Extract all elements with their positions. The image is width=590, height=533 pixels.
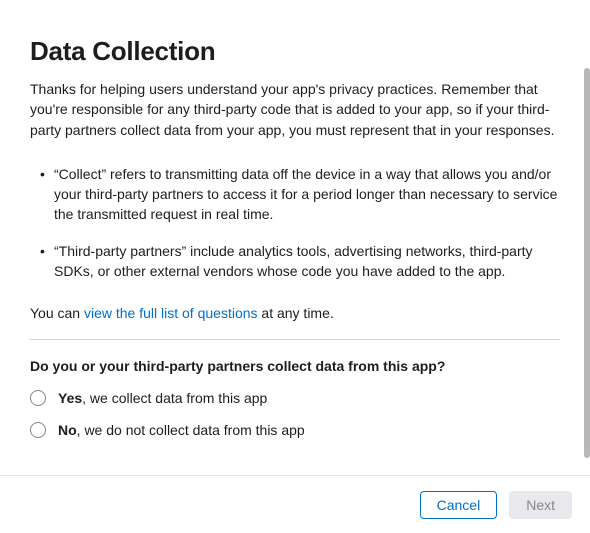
questions-link-row: You can view the full list of questions … [30, 305, 560, 321]
option-no-label: No, we do not collect data from this app [58, 422, 305, 438]
cancel-button[interactable]: Cancel [420, 491, 498, 519]
intro-paragraph: Thanks for helping users understand your… [30, 79, 560, 140]
link-suffix: at any time. [258, 305, 334, 321]
link-prefix: You can [30, 305, 84, 321]
option-yes-bold: Yes [58, 390, 82, 406]
option-no[interactable]: No, we do not collect data from this app [30, 422, 560, 438]
next-button[interactable]: Next [509, 491, 572, 519]
scrollbar-track [584, 8, 590, 468]
bullet-third-party: “Third-party partners” include analytics… [54, 241, 560, 282]
option-yes[interactable]: Yes, we collect data from this app [30, 390, 560, 406]
option-no-bold: No [58, 422, 77, 438]
option-yes-rest: , we collect data from this app [82, 390, 267, 406]
section-divider [30, 339, 560, 340]
dialog-footer: Cancel Next [0, 475, 590, 533]
bullet-collect: “Collect” refers to transmitting data of… [54, 164, 560, 225]
collect-data-question: Do you or your third-party partners coll… [30, 358, 560, 374]
radio-icon [30, 422, 46, 438]
scrollbar-thumb[interactable] [584, 68, 590, 458]
radio-icon [30, 390, 46, 406]
view-questions-link[interactable]: view the full list of questions [84, 305, 258, 321]
definition-list: “Collect” refers to transmitting data of… [30, 164, 560, 281]
option-no-rest: , we do not collect data from this app [77, 422, 305, 438]
page-title: Data Collection [30, 36, 560, 67]
option-yes-label: Yes, we collect data from this app [58, 390, 267, 406]
